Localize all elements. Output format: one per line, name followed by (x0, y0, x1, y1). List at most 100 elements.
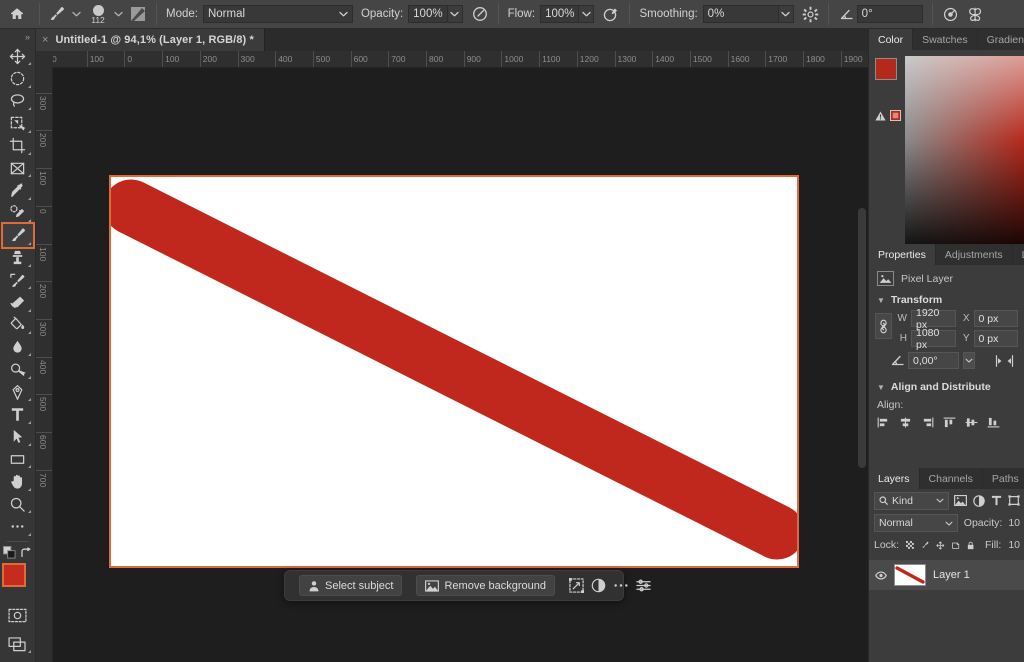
brush-size-indicator[interactable]: 112 (85, 1, 111, 27)
lock-all-icon[interactable] (967, 539, 974, 552)
pressure-opacity-toggle[interactable] (467, 0, 493, 28)
brush-size-chevron-down-icon[interactable] (111, 11, 125, 17)
pixel-filter-icon[interactable] (954, 495, 967, 506)
tab-adjustments[interactable]: Adjustments (936, 244, 1013, 265)
angle-input[interactable]: 0,00° (908, 352, 959, 369)
task-bar-settings-button[interactable] (636, 575, 651, 596)
swap-colors-icon[interactable] (20, 547, 32, 559)
foreground-background-colors[interactable] (2, 563, 34, 597)
remove-background-button[interactable]: Remove background (416, 575, 555, 596)
hand-tool[interactable] (3, 470, 33, 492)
layer-opacity-value[interactable]: 10 (1008, 517, 1020, 529)
tab-channels[interactable]: Channels (920, 468, 983, 489)
web-color-icon[interactable] (890, 110, 901, 121)
document-tab[interactable]: × Untitled-1 @ 94,1% (Layer 1, RGB/8) * (36, 29, 265, 51)
frame-tool[interactable] (3, 157, 33, 179)
clone-stamp-tool[interactable] (3, 247, 33, 269)
spot-healing-brush-tool[interactable] (3, 202, 33, 224)
quick-mask-button[interactable] (3, 605, 33, 627)
history-brush-tool[interactable] (3, 269, 33, 291)
pen-tool[interactable] (3, 381, 33, 403)
artboard[interactable] (111, 177, 797, 566)
close-icon[interactable]: × (42, 34, 48, 46)
rectangle-tool[interactable] (3, 448, 33, 470)
align-center-horizontal-icon[interactable] (899, 417, 912, 428)
airbrush-toggle[interactable] (598, 0, 624, 28)
horizontal-ruler[interactable]: 0100010020030040050060070080090010001100… (36, 51, 868, 68)
layer-blend-mode-select[interactable]: Normal (874, 514, 958, 532)
symmetry-button[interactable] (963, 0, 989, 28)
tablet-pressure-toggle[interactable] (938, 0, 963, 28)
more-options-button[interactable] (613, 575, 629, 596)
brush-preset-picker[interactable] (45, 4, 85, 24)
marquee-tool[interactable] (3, 67, 33, 89)
type-filter-icon[interactable] (991, 495, 1002, 506)
zoom-tool[interactable] (3, 493, 33, 515)
filter-kind-select[interactable]: Kind (874, 492, 949, 510)
canvas-vertical-scrollbar[interactable] (858, 208, 866, 468)
lock-transparent-pixels-icon[interactable] (906, 539, 914, 551)
tab-color[interactable]: Color (869, 29, 913, 50)
layer-row[interactable]: Layer 1 (869, 560, 1024, 590)
eyedropper-tool[interactable] (3, 179, 33, 201)
brush-settings-panel-button[interactable] (125, 0, 151, 28)
x-input[interactable]: 0 px (974, 310, 1019, 327)
adjustment-filter-icon[interactable] (973, 495, 985, 507)
tab-libraries[interactable]: Libra (1013, 244, 1024, 265)
transform-button[interactable] (569, 575, 584, 596)
home-icon[interactable] (0, 6, 34, 22)
mode-select[interactable]: Normal (203, 5, 353, 23)
align-center-vertical-icon[interactable] (965, 417, 978, 428)
flip-horizontal-icon[interactable] (991, 355, 1002, 367)
lock-artboard-icon[interactable] (952, 539, 960, 551)
default-colors-icon[interactable] (3, 546, 16, 559)
tab-paths[interactable]: Paths (983, 468, 1024, 489)
crop-tool[interactable] (3, 135, 33, 157)
lock-position-icon[interactable] (936, 539, 945, 552)
angle-chevron-down-icon[interactable] (963, 352, 975, 369)
tab-layers[interactable]: Layers (869, 468, 920, 489)
blur-tool[interactable] (3, 336, 33, 358)
layer-name[interactable]: Layer 1 (933, 569, 970, 581)
move-tool[interactable] (3, 45, 33, 67)
foreground-color-swatch[interactable] (4, 565, 24, 585)
path-selection-tool[interactable] (3, 426, 33, 448)
brush-angle-input[interactable]: 0° (857, 5, 923, 23)
smoothing-settings-button[interactable] (798, 0, 823, 28)
tab-gradients[interactable]: Gradients (978, 29, 1024, 50)
color-panel-foreground-swatch[interactable] (875, 58, 897, 80)
dodge-tool[interactable] (3, 358, 33, 380)
chevron-down-icon[interactable] (69, 11, 83, 17)
eye-icon[interactable] (875, 571, 887, 580)
type-tool[interactable] (3, 403, 33, 425)
select-subject-button[interactable]: Select subject (299, 575, 402, 596)
screen-mode-button[interactable] (3, 633, 33, 655)
align-bottom-icon[interactable] (987, 417, 1000, 428)
adjustment-button[interactable] (591, 575, 606, 596)
edit-toolbar-tool[interactable] (3, 515, 33, 537)
align-left-icon[interactable] (877, 417, 890, 428)
object-selection-tool[interactable] (3, 112, 33, 134)
flow-chevron-down-icon[interactable] (579, 5, 594, 23)
vertical-ruler[interactable]: 03002001000100200300400500600700 (36, 51, 53, 662)
width-input[interactable]: 1920 px (911, 310, 956, 327)
tab-swatches[interactable]: Swatches (913, 29, 978, 50)
y-input[interactable]: 0 px (974, 330, 1019, 347)
align-right-icon[interactable] (921, 417, 934, 428)
flow-input[interactable]: 100% (540, 5, 579, 23)
gamut-warning-icon[interactable] (875, 111, 886, 121)
color-spectrum-field[interactable] (905, 56, 1024, 244)
link-aspect-ratio-button[interactable] (875, 313, 892, 339)
shape-filter-icon[interactable] (1008, 495, 1020, 506)
lasso-tool[interactable] (3, 90, 33, 112)
brush-tool[interactable] (3, 224, 33, 246)
lock-image-pixels-icon[interactable] (921, 539, 929, 551)
align-section-header[interactable]: ▼ Align and Distribute (869, 377, 1024, 397)
smoothing-input[interactable]: 0% (703, 5, 779, 23)
opacity-input[interactable]: 100% (408, 5, 447, 23)
align-top-icon[interactable] (943, 417, 956, 428)
height-input[interactable]: 1080 px (911, 330, 956, 347)
smoothing-chevron-down-icon[interactable] (779, 5, 794, 23)
opacity-chevron-down-icon[interactable] (448, 5, 463, 23)
flip-vertical-icon[interactable] (1007, 355, 1018, 367)
